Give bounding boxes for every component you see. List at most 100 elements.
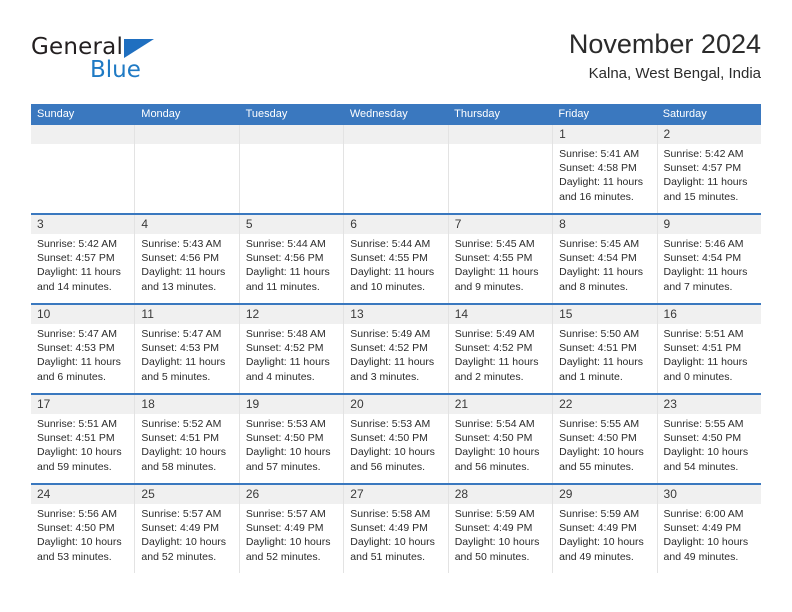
sunset-text: Sunset: 4:54 PM [663, 252, 742, 265]
calendar-day-cell[interactable]: 17 Sunrise: 5:51 AM Sunset: 4:51 PM Dayligh… [31, 395, 136, 483]
calendar-day-cell[interactable]: 2 Sunrise: 5:42 AM Sunset: 4:57 PM Daylight… [657, 125, 761, 213]
sunrise-text: Sunrise: 5:46 AM [663, 238, 744, 250]
day-number: 30 [657, 485, 761, 504]
weekday-header-row: Sunday Monday Tuesday Wednesday Thursday… [31, 104, 761, 125]
day-number: 2 [657, 125, 761, 144]
calendar-day-cell[interactable]: 6 Sunrise: 5:44 AM Sunset: 4:55 PM Daylight… [344, 215, 449, 303]
daylight-text: Daylight: 10 hours and 53 minutes. [37, 536, 122, 563]
sunset-text: Sunset: 4:55 PM [350, 252, 428, 265]
daylight-text: Daylight: 11 hours and 10 minutes. [350, 266, 435, 293]
calendar-day-cell[interactable]: 9 Sunrise: 5:46 AM Sunset: 4:54 PM Daylight… [657, 215, 761, 303]
sunrise-text: Sunrise: 5:48 AM [245, 328, 326, 340]
sunset-text: Sunset: 4:49 PM [350, 522, 428, 535]
calendar-day-cell[interactable]: 20 Sunrise: 5:53 AM Sunset: 4:50 PM Dayligh… [344, 395, 449, 483]
calendar-day-cell[interactable]: 18 Sunrise: 5:52 AM Sunset: 4:51 PM Dayligh… [135, 395, 240, 483]
day-details: Sunrise: 5:41 AM Sunset: 4:58 PM Daylight:… [553, 144, 656, 204]
sunset-text: Sunset: 4:51 PM [141, 432, 220, 445]
day-details: Sunrise: 5:45 AM Sunset: 4:54 PM Daylight:… [553, 234, 656, 294]
sunset-text: Sunset: 4:52 PM [350, 342, 428, 355]
daylight-text: Daylight: 10 hours and 56 minutes. [454, 446, 540, 473]
day-number: 11 [135, 305, 239, 324]
sunrise-text: Sunrise: 5:50 AM [559, 328, 640, 340]
daylight-text: Daylight: 11 hours and 1 minute. [559, 356, 643, 383]
day-number [31, 125, 135, 144]
calendar-day-cell[interactable]: 24 Sunrise: 5:56 AM Sunset: 4:50 PM Dayligh… [31, 485, 136, 573]
daylight-text: Daylight: 10 hours and 59 minutes. [37, 446, 122, 473]
sunrise-text: Sunrise: 5:51 AM [663, 328, 744, 340]
day-details: Sunrise: 5:59 AM Sunset: 4:49 PM Daylight:… [553, 504, 656, 564]
sunrise-text: Sunrise: 5:59 AM [559, 508, 640, 520]
daylight-text: Daylight: 11 hours and 7 minutes. [663, 266, 748, 293]
calendar-week-row: 1 Sunrise: 5:41 AM Sunset: 4:58 PM Daylight… [31, 125, 761, 213]
calendar-day-cell[interactable]: 22 Sunrise: 5:55 AM Sunset: 4:50 PM Dayligh… [553, 395, 658, 483]
day-number: 7 [448, 215, 553, 234]
calendar-day-cell[interactable]: 28 Sunrise: 5:59 AM Sunset: 4:49 PM Dayligh… [448, 485, 554, 573]
day-details: Sunrise: 5:51 AM Sunset: 4:51 PM Daylight:… [31, 414, 134, 474]
sunset-text: Sunset: 4:50 PM [454, 432, 533, 445]
calendar-day-cell[interactable]: 7 Sunrise: 5:45 AM Sunset: 4:55 PM Daylight… [448, 215, 554, 303]
day-details: Sunrise: 5:57 AM Sunset: 4:49 PM Daylight:… [240, 504, 343, 564]
day-details: Sunrise: 5:50 AM Sunset: 4:51 PM Daylight:… [553, 324, 656, 384]
calendar-day-cell[interactable]: 16 Sunrise: 5:51 AM Sunset: 4:51 PM Dayligh… [657, 305, 761, 393]
sunrise-text: Sunrise: 5:44 AM [245, 238, 326, 250]
sunset-text: Sunset: 4:50 PM [37, 522, 115, 535]
daylight-text: Daylight: 11 hours and 15 minutes. [663, 176, 748, 203]
sunrise-text: Sunrise: 5:55 AM [663, 418, 744, 430]
sunset-text: Sunset: 4:51 PM [559, 342, 637, 355]
calendar-day-cell[interactable]: 26 Sunrise: 5:57 AM Sunset: 4:49 PM Dayligh… [239, 485, 345, 573]
calendar-day-cell[interactable]: 12 Sunrise: 5:48 AM Sunset: 4:52 PM Dayligh… [239, 305, 345, 393]
sunset-text: Sunset: 4:53 PM [37, 342, 115, 355]
page-subtitle: Kalna, West Bengal, India [588, 65, 761, 82]
day-number: 29 [553, 485, 657, 504]
weekday-header-tuesday: Tuesday [245, 108, 288, 120]
day-number: 8 [553, 215, 657, 234]
weekday-header-friday: Friday [558, 108, 589, 120]
calendar-day-cell[interactable]: 27 Sunrise: 5:58 AM Sunset: 4:49 PM Dayligh… [344, 485, 449, 573]
sunrise-text: Sunrise: 5:57 AM [245, 508, 326, 520]
sunrise-text: Sunrise: 5:53 AM [245, 418, 326, 430]
sunset-text: Sunset: 4:50 PM [559, 432, 637, 445]
sunset-text: Sunset: 4:54 PM [559, 252, 637, 265]
sunrise-text: Sunrise: 5:57 AM [141, 508, 222, 520]
sunset-text: Sunset: 4:49 PM [141, 522, 220, 535]
calendar-day-cell[interactable]: 8 Sunrise: 5:45 AM Sunset: 4:54 PM Daylight… [553, 215, 658, 303]
calendar-day-cell[interactable]: 15 Sunrise: 5:50 AM Sunset: 4:51 PM Dayligh… [553, 305, 658, 393]
calendar-day-cell[interactable]: 5 Sunrise: 5:44 AM Sunset: 4:56 PM Daylight… [239, 215, 345, 303]
calendar-day-cell[interactable]: 3 Sunrise: 5:42 AM Sunset: 4:57 PM Daylight… [31, 215, 136, 303]
sunset-text: Sunset: 4:49 PM [663, 522, 742, 535]
sunrise-text: Sunrise: 5:58 AM [350, 508, 431, 520]
calendar-day-cell[interactable]: 1 Sunrise: 5:41 AM Sunset: 4:58 PM Daylight… [553, 125, 658, 213]
day-number: 23 [657, 395, 761, 414]
day-details: Sunrise: 5:58 AM Sunset: 4:49 PM Daylight:… [344, 504, 447, 564]
calendar-day-cell[interactable]: 23 Sunrise: 5:55 AM Sunset: 4:50 PM Dayligh… [657, 395, 761, 483]
daylight-text: Daylight: 10 hours and 54 minutes. [663, 446, 749, 473]
calendar-day-cell[interactable]: 10 Sunrise: 5:47 AM Sunset: 4:53 PM Dayligh… [31, 305, 136, 393]
weekday-header-sunday: Sunday [37, 108, 75, 120]
calendar-day-cell[interactable]: 30 Sunrise: 6:00 AM Sunset: 4:49 PM Dayligh… [657, 485, 761, 573]
calendar-day-cell[interactable]: 21 Sunrise: 5:54 AM Sunset: 4:50 PM Dayligh… [448, 395, 554, 483]
sunrise-text: Sunrise: 5:52 AM [141, 418, 222, 430]
calendar-day-cell[interactable]: 14 Sunrise: 5:49 AM Sunset: 4:52 PM Dayligh… [448, 305, 554, 393]
calendar-day-cell[interactable]: 4 Sunrise: 5:43 AM Sunset: 4:56 PM Daylight… [135, 215, 240, 303]
calendar-day-cell[interactable]: 25 Sunrise: 5:57 AM Sunset: 4:49 PM Dayligh… [135, 485, 240, 573]
calendar-day-cell-empty [239, 125, 345, 213]
day-number: 20 [344, 395, 448, 414]
calendar-day-cell[interactable]: 13 Sunrise: 5:49 AM Sunset: 4:52 PM Dayligh… [344, 305, 449, 393]
day-number: 28 [448, 485, 553, 504]
sunset-text: Sunset: 4:49 PM [559, 522, 637, 535]
day-number: 6 [344, 215, 448, 234]
day-number: 3 [31, 215, 135, 234]
sunset-text: Sunset: 4:50 PM [663, 432, 742, 445]
weekday-header-monday: Monday [141, 108, 181, 120]
calendar-day-cell[interactable]: 11 Sunrise: 5:47 AM Sunset: 4:53 PM Dayligh… [135, 305, 240, 393]
daylight-text: Daylight: 11 hours and 6 minutes. [37, 356, 121, 383]
sunrise-text: Sunrise: 5:53 AM [350, 418, 431, 430]
sunrise-text: Sunrise: 5:44 AM [350, 238, 431, 250]
calendar-week-row: 3 Sunrise: 5:42 AM Sunset: 4:57 PM Daylight… [31, 213, 761, 303]
calendar-day-cell[interactable]: 29 Sunrise: 5:59 AM Sunset: 4:49 PM Dayligh… [553, 485, 658, 573]
generalblue-logo[interactable]: General Blue [31, 34, 251, 90]
calendar-day-cell[interactable]: 19 Sunrise: 5:53 AM Sunset: 4:50 PM Dayligh… [239, 395, 345, 483]
day-details: Sunrise: 5:51 AM Sunset: 4:51 PM Daylight:… [658, 324, 761, 384]
sunset-text: Sunset: 4:51 PM [37, 432, 115, 445]
sunset-text: Sunset: 4:58 PM [559, 162, 637, 175]
